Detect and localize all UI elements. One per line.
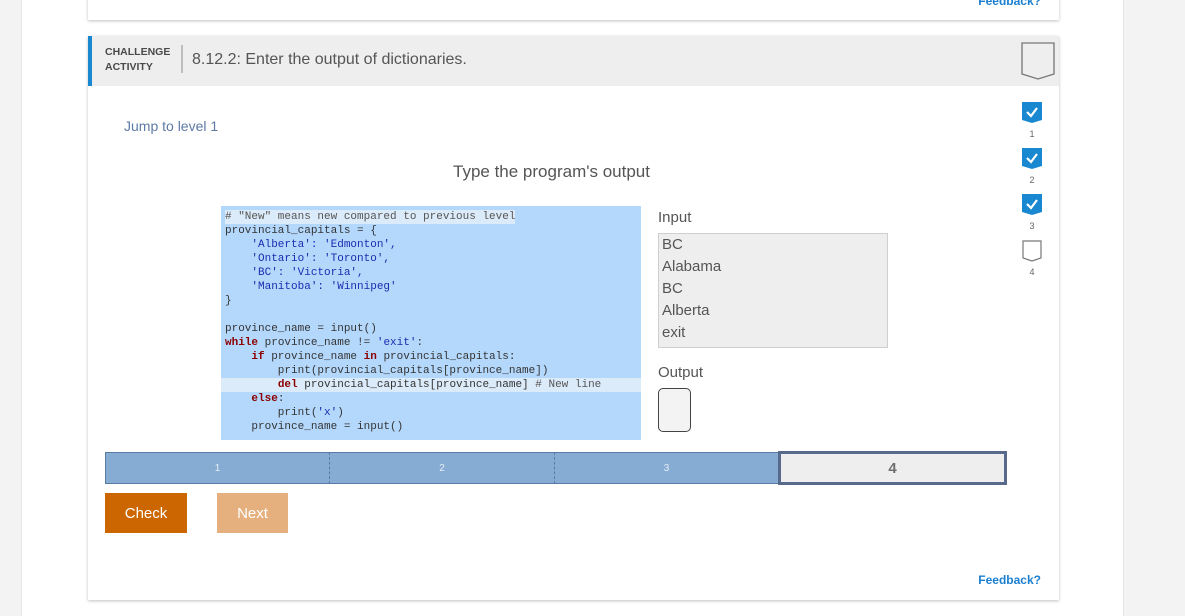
input-value: exit: [662, 324, 686, 341]
empty-badge-icon: [1022, 240, 1042, 262]
code-line: if province_name in provincial_capitals:: [251, 351, 516, 363]
instruction-prompt: Type the program's output: [453, 162, 650, 181]
output-textarea[interactable]: [658, 388, 691, 432]
header-divider: [181, 45, 183, 73]
challenge-activity-card: CHALLENGE ACTIVITY 8.12.2: Enter the out…: [88, 36, 1059, 600]
input-value: Alberta: [662, 302, 710, 319]
check-badge-icon: [1022, 194, 1042, 215]
input-value: BC: [662, 280, 683, 297]
previous-activity-card: Feedback?: [88, 0, 1059, 20]
code-line: province_name = input(): [225, 323, 377, 335]
code-line: 'Manitoba': 'Winnipeg': [225, 281, 397, 293]
code-line: # "New" means new compared to previous l…: [225, 210, 516, 224]
activity-type-line1: CHALLENGE: [105, 46, 171, 58]
code-block: # "New" means new compared to previous l…: [221, 206, 641, 440]
level-badges: 1 2 3 4: [1017, 102, 1047, 286]
check-badge-icon: [1022, 148, 1042, 169]
level-badge-2[interactable]: 2: [1017, 148, 1047, 194]
jump-to-level-link[interactable]: Jump to level 1: [124, 118, 218, 134]
completion-badge-empty-icon: [1021, 42, 1055, 80]
level-badge-number: 1: [1029, 129, 1035, 139]
next-button[interactable]: Next: [217, 493, 288, 533]
input-value: BC: [662, 236, 683, 253]
code-line: province_name = input(): [225, 421, 404, 433]
level-2-segment[interactable]: 2: [330, 452, 555, 484]
output-label: Output: [658, 364, 704, 381]
input-values-box: BC Alabama BC Alberta exit: [658, 233, 888, 348]
activity-header: CHALLENGE ACTIVITY 8.12.2: Enter the out…: [88, 36, 1059, 86]
activity-type-label: CHALLENGE ACTIVITY: [105, 45, 170, 75]
level-badge-4[interactable]: 4: [1017, 240, 1047, 286]
level-badge-number: 2: [1029, 175, 1035, 185]
level-1-segment[interactable]: 1: [105, 452, 330, 484]
check-button[interactable]: Check: [105, 493, 187, 533]
feedback-link[interactable]: Feedback?: [978, 573, 1041, 587]
level-badge-number: 4: [1029, 267, 1035, 277]
level-badge-1[interactable]: 1: [1017, 102, 1047, 148]
page-left-margin: [0, 0, 22, 616]
code-line: 'BC': 'Victoria',: [225, 267, 364, 279]
level-progress-bar: 1 2 3 4: [105, 451, 1007, 485]
activity-type-line2: ACTIVITY: [105, 61, 153, 73]
code-line-new: del provincial_capitals[province_name] #…: [221, 378, 641, 392]
code-line: else:: [251, 393, 285, 405]
level-badge-number: 3: [1029, 221, 1035, 231]
level-3-segment[interactable]: 3: [555, 452, 778, 484]
page-right-margin: [1123, 0, 1185, 616]
code-line: provincial_capitals = {: [225, 225, 377, 237]
activity-title: 8.12.2: Enter the output of dictionaries…: [192, 51, 467, 68]
input-label: Input: [658, 209, 692, 226]
code-line: print(provincial_capitals[province_name]…: [225, 365, 549, 377]
code-line: 'Ontario': 'Toronto',: [225, 253, 391, 265]
code-line: 'Alberta': 'Edmonton',: [225, 239, 397, 251]
level-badge-3[interactable]: 3: [1017, 194, 1047, 240]
input-value: Alabama: [662, 258, 722, 275]
code-line: while province_name != 'exit':: [225, 337, 424, 349]
code-line: }: [225, 295, 232, 307]
level-4-segment-current[interactable]: 4: [778, 451, 1007, 485]
code-line: print('x'): [225, 407, 344, 419]
check-badge-icon: [1022, 102, 1042, 123]
previous-feedback-link[interactable]: Feedback?: [978, 0, 1041, 8]
